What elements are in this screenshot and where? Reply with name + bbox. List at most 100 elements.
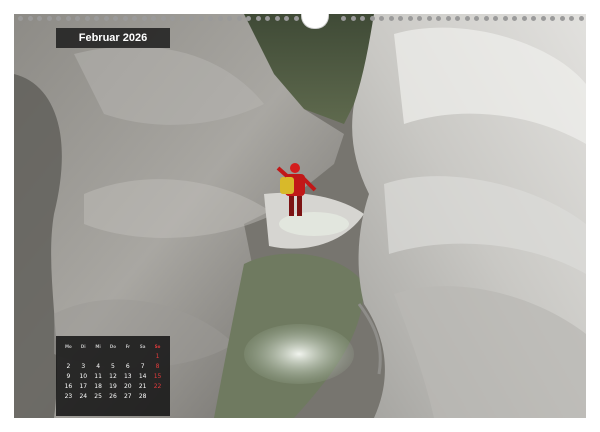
- day-cell: 9: [66, 373, 71, 380]
- binding-hole: [56, 16, 61, 21]
- day-cell: 13: [123, 373, 132, 380]
- day-cell-sunday: 22: [153, 383, 162, 390]
- binding-hole: [75, 16, 80, 21]
- week-row: 9 10 11 12 13 14 15: [61, 372, 165, 382]
- day-cell: [135, 352, 150, 362]
- binding-hole: [350, 16, 356, 21]
- day-cell: 26: [109, 393, 117, 400]
- binding-hole: [179, 16, 185, 21]
- binding-hole: [426, 16, 432, 21]
- binding-hole: [217, 16, 223, 21]
- binding-hole: [18, 16, 23, 21]
- day-cell: [120, 352, 135, 362]
- day-cell: [61, 352, 76, 362]
- binding-hole: [65, 16, 71, 21]
- day-cell: [106, 352, 121, 362]
- week-row: 16 17 18 19 20 21 22: [61, 382, 165, 392]
- day-cell: 28: [138, 393, 147, 400]
- day-cell: 18: [94, 383, 102, 390]
- day-cell: 16: [64, 383, 73, 390]
- binding-hole: [464, 16, 470, 21]
- binding-hole: [483, 16, 489, 21]
- wire-binding-icon: [14, 14, 586, 29]
- binding-hole: [455, 16, 460, 21]
- binding-hole: [512, 16, 517, 21]
- week-row: 2 3 4 5 6 7 8: [61, 362, 165, 372]
- day-cell: 27: [123, 393, 132, 400]
- binding-hole: [493, 16, 498, 21]
- day-cell-sunday: 15: [153, 373, 162, 380]
- binding-hole: [265, 16, 270, 21]
- day-cell: 12: [109, 373, 117, 380]
- binding-hole: [27, 16, 33, 21]
- day-cell: 10: [79, 373, 88, 380]
- week-row: 1: [61, 352, 165, 362]
- binding-hole: [208, 16, 213, 21]
- calendar-page: Februar 2026 Mo Di Mi Do Fr Sa So 1 2 3 …: [0, 0, 600, 432]
- weekday-header: Di: [80, 344, 86, 349]
- binding-hole: [293, 16, 299, 21]
- binding-hole: [94, 16, 99, 21]
- binding-hole: [122, 16, 128, 21]
- binding-hole: [37, 16, 42, 21]
- weekday-header: Mo: [65, 344, 72, 349]
- binding-hole: [360, 16, 365, 21]
- binding-hole: [550, 16, 555, 21]
- binding-hole: [559, 16, 565, 21]
- binding-hole: [341, 16, 346, 21]
- week-row: 23 24 25 26 27 28: [61, 392, 165, 402]
- binding-hole: [274, 16, 280, 21]
- binding-hole: [569, 16, 574, 21]
- binding-hole: [151, 16, 156, 21]
- binding-hole: [502, 16, 508, 21]
- binding-hole: [132, 16, 137, 21]
- day-cell: 5: [111, 363, 115, 370]
- day-cell: 20: [123, 383, 132, 390]
- weekday-header: Sa: [139, 344, 146, 349]
- day-cell: 21: [138, 383, 147, 390]
- weekday-header-row: Mo Di Mi Do Fr Sa So: [61, 342, 165, 352]
- binding-hole: [578, 16, 584, 21]
- day-cell-sunday: 1: [155, 353, 160, 360]
- day-cell: 4: [96, 363, 101, 370]
- day-cell-sunday: 8: [155, 363, 160, 370]
- day-cell: 2: [66, 363, 71, 370]
- weekday-header-sunday: So: [154, 344, 161, 349]
- binding-hole: [436, 16, 441, 21]
- binding-hole: [84, 16, 90, 21]
- day-cell: 19: [109, 383, 117, 390]
- binding-hole: [388, 16, 394, 21]
- binding-hole: [255, 16, 261, 21]
- day-cell: 7: [140, 363, 145, 370]
- binding-hole: [417, 16, 422, 21]
- month-calendar-grid: Mo Di Mi Do Fr Sa So 1 2 3 4 5 6 7 8 9 1…: [56, 336, 170, 416]
- day-cell: 6: [125, 363, 130, 370]
- binding-hole: [445, 16, 451, 21]
- binding-hole: [407, 16, 413, 21]
- day-cell: 25: [94, 393, 102, 400]
- day-cell-sunday: [150, 392, 165, 402]
- binding-hole: [198, 16, 204, 21]
- binding-hole: [189, 16, 194, 21]
- day-cell: 11: [94, 373, 102, 380]
- binding-hole: [369, 16, 375, 21]
- binding-hole: [46, 16, 52, 21]
- binding-hole: [398, 16, 403, 21]
- whitewater: [244, 324, 354, 384]
- weekday-header: Mi: [95, 344, 101, 349]
- binding-hole: [379, 16, 384, 21]
- binding-hole: [160, 16, 166, 21]
- day-cell: 3: [81, 363, 86, 370]
- day-cell: 23: [64, 393, 73, 400]
- day-cell: [76, 352, 91, 362]
- binding-hole: [474, 16, 479, 21]
- day-cell: 24: [79, 393, 88, 400]
- day-cell: 17: [79, 383, 88, 390]
- month-title: Februar 2026: [56, 28, 170, 48]
- binding-hole: [284, 16, 289, 21]
- binding-hole: [141, 16, 147, 21]
- binding-hole: [531, 16, 536, 21]
- binding-hole: [170, 16, 175, 21]
- weekday-header: Do: [109, 344, 116, 349]
- binding-hole: [540, 16, 546, 21]
